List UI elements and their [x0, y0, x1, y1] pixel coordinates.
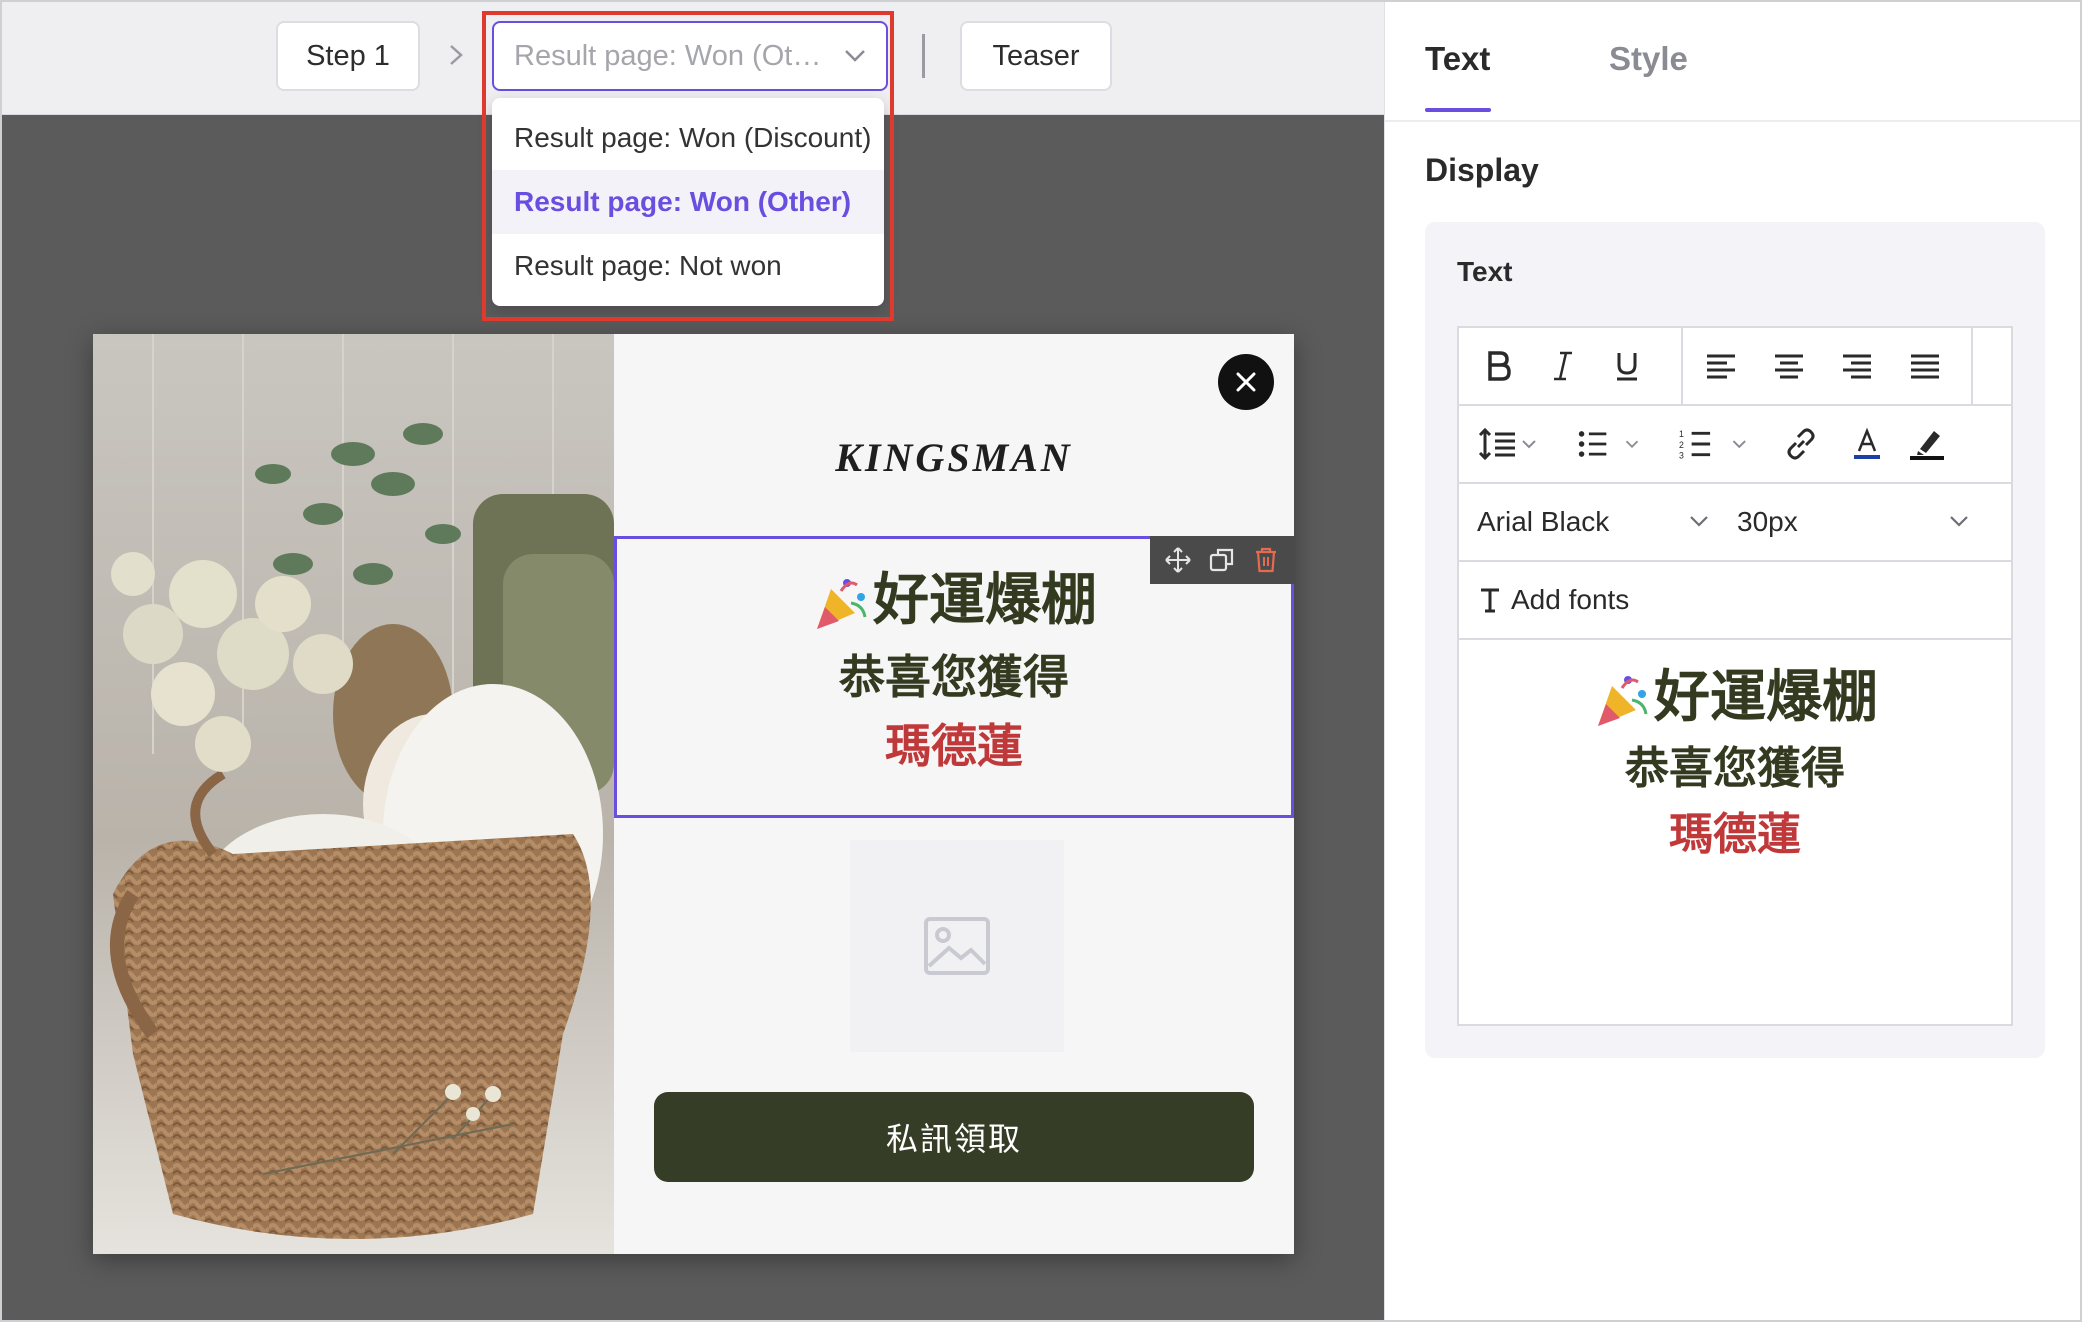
- text-type-icon: [1481, 588, 1499, 613]
- font-size-value: 30px: [1737, 506, 1798, 537]
- editor-content-preview[interactable]: 好運爆棚 恭喜您獲得 瑪德蓮: [1459, 640, 2011, 868]
- step-1-button[interactable]: Step 1: [276, 21, 420, 91]
- selected-text-block[interactable]: 好運爆棚 恭喜您獲得 瑪德蓮: [614, 536, 1294, 818]
- align-justify-button[interactable]: [1905, 346, 1945, 386]
- align-right-button[interactable]: [1837, 346, 1877, 386]
- align-center-icon: [1775, 354, 1803, 379]
- text-settings-card: Text 1 2 3 Arial Black 30px Add fonts 好運…: [1425, 222, 2045, 1058]
- toolbar-divider: [922, 34, 925, 78]
- image-placeholder[interactable]: [850, 840, 1064, 1052]
- italic-button[interactable]: [1543, 346, 1583, 386]
- chevron-right-icon: [450, 45, 463, 65]
- cta-button[interactable]: 私訊領取: [654, 1092, 1254, 1182]
- block-toolbar: [1150, 536, 1294, 584]
- editor-canvas: Step 1 Result page: Won (Other) Teaser R…: [0, 0, 1384, 1322]
- page-select-value: Result page: Won (Other): [514, 39, 832, 72]
- move-button[interactable]: [1163, 545, 1193, 575]
- dropdown-option-won-other[interactable]: Result page: Won (Other): [492, 170, 884, 234]
- duplicate-button[interactable]: [1207, 545, 1237, 575]
- numbered-list-button[interactable]: 123: [1679, 424, 1749, 464]
- field-label-text: Text: [1457, 256, 1513, 287]
- chevron-down-icon: [1950, 516, 1968, 527]
- brand-logo: KINGSMAN: [835, 435, 1073, 480]
- duplicate-icon: [1209, 548, 1234, 572]
- add-fonts-row: Add fonts: [1459, 562, 2011, 640]
- text-color-button[interactable]: [1847, 424, 1887, 464]
- page-select[interactable]: Result page: Won (Other): [492, 21, 888, 91]
- font-family-select[interactable]: Arial Black: [1477, 484, 1647, 560]
- panel-tabs: Text Style: [1385, 0, 2082, 122]
- party-popper-icon: [1598, 676, 1648, 727]
- italic-icon: [1554, 351, 1572, 381]
- text-color-icon: [1854, 427, 1880, 459]
- move-icon: [1165, 547, 1191, 573]
- list-toolbar-row: 123: [1459, 406, 2011, 484]
- line-height-button[interactable]: [1475, 424, 1541, 464]
- toolbar-divider: [1971, 328, 1973, 404]
- subline-text: 恭喜您獲得: [839, 651, 1069, 704]
- svg-text:1: 1: [1679, 429, 1684, 439]
- add-fonts-label: Add fonts: [1511, 584, 1630, 615]
- align-right-icon: [1843, 354, 1871, 379]
- preview-subline-text: 恭喜您獲得: [1625, 744, 1845, 794]
- font-toolbar-row: Arial Black 30px: [1459, 484, 2011, 562]
- delete-button[interactable]: [1251, 545, 1281, 575]
- svg-text:3: 3: [1679, 451, 1684, 461]
- popup-preview: KINGSMAN 好運爆棚 恭喜您獲得 瑪德蓮 私訊領取: [93, 334, 1294, 1254]
- tab-style[interactable]: Style: [1609, 40, 1688, 78]
- align-left-icon: [1707, 354, 1735, 379]
- active-tab-indicator: [1425, 108, 1491, 112]
- highlight-button[interactable]: [1907, 424, 1947, 464]
- align-justify-icon: [1911, 354, 1939, 379]
- link-icon: [1787, 428, 1815, 460]
- link-button[interactable]: [1781, 424, 1821, 464]
- align-left-button[interactable]: [1701, 346, 1741, 386]
- party-popper-icon: [817, 579, 867, 630]
- line-height-icon: [1478, 427, 1536, 461]
- font-size-select[interactable]: 30px: [1737, 484, 1877, 560]
- bullet-list-button[interactable]: [1577, 424, 1643, 464]
- svg-text:2: 2: [1679, 440, 1684, 450]
- close-popup-button[interactable]: [1218, 354, 1274, 410]
- prize-text: 瑪德蓮: [885, 720, 1023, 773]
- toolbar-divider: [1681, 328, 1683, 404]
- font-family-value: Arial Black: [1477, 506, 1610, 537]
- bullet-list-icon: [1578, 431, 1639, 457]
- image-placeholder-icon: [924, 917, 990, 975]
- numbered-list-icon: 123: [1679, 429, 1746, 461]
- close-icon: [1236, 372, 1256, 392]
- properties-panel: Text Style Display Text 1 2 3 Arial Blac…: [1384, 0, 2082, 1322]
- preview-prize-text: 瑪德蓮: [1669, 810, 1801, 860]
- highlight-icon: [1910, 431, 1944, 460]
- rich-text-editor: 123 Arial Black 30px Add fonts 好運爆棚 恭喜您獲…: [1457, 326, 2013, 1026]
- section-title-display: Display: [1425, 152, 1539, 188]
- dropdown-option-not-won[interactable]: Result page: Not won: [492, 234, 884, 298]
- trash-icon: [1256, 547, 1276, 573]
- product-photo: [93, 334, 614, 1254]
- format-toolbar-row: [1459, 328, 2011, 406]
- align-center-button[interactable]: [1769, 346, 1809, 386]
- underline-icon: [1617, 353, 1637, 381]
- underline-button[interactable]: [1607, 346, 1647, 386]
- headline-text: 好運爆棚: [873, 568, 1097, 631]
- bold-icon: [1488, 351, 1511, 381]
- preview-headline-line: 好運爆棚: [1459, 664, 2011, 730]
- dropdown-option-won-discount[interactable]: Result page: Won (Discount): [492, 106, 884, 170]
- chevron-down-icon: [845, 50, 865, 62]
- tab-text[interactable]: Text: [1425, 40, 1490, 78]
- chevron-down-icon: [1690, 516, 1708, 527]
- teaser-button[interactable]: Teaser: [960, 21, 1112, 91]
- page-select-dropdown: Result page: Won (Discount) Result page:…: [492, 98, 884, 306]
- bold-button[interactable]: [1479, 346, 1519, 386]
- add-fonts-button[interactable]: Add fonts: [1479, 562, 1629, 638]
- preview-headline-text: 好運爆棚: [1654, 665, 1878, 728]
